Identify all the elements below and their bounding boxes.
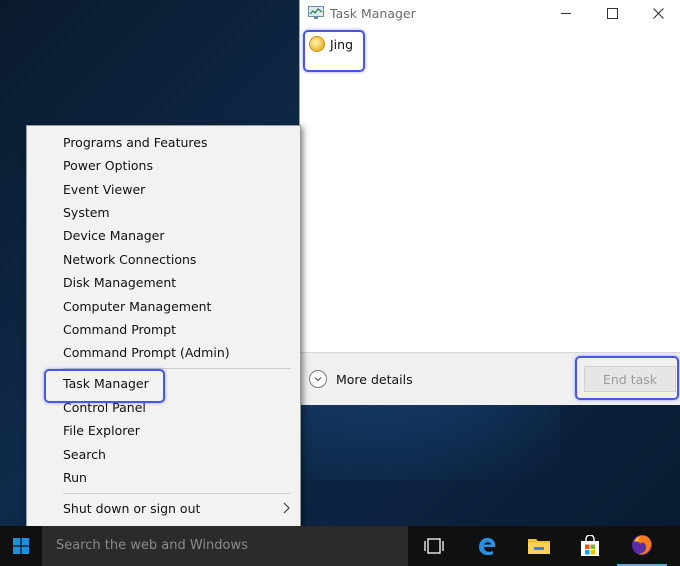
menu-item-search[interactable]: Search <box>63 443 106 465</box>
task-manager-window: Task Manager Jing More details End task <box>299 0 680 405</box>
end-task-button[interactable]: End task <box>584 366 676 392</box>
taskbar-search-box[interactable]: Search the web and Windows <box>42 526 408 566</box>
menu-item-shut-down-or-sign-out[interactable]: Shut down or sign out <box>63 497 200 519</box>
menu-item-file-explorer[interactable]: File Explorer <box>63 419 140 441</box>
start-button[interactable] <box>0 526 42 566</box>
close-icon <box>652 8 664 19</box>
menu-item-power-options[interactable]: Power Options <box>63 154 153 176</box>
edge-button[interactable] <box>462 526 512 566</box>
windows-logo-icon <box>13 538 29 554</box>
menu-item-disk-management[interactable]: Disk Management <box>63 271 176 293</box>
chevron-down-icon <box>309 370 327 388</box>
firefox-icon <box>632 535 652 555</box>
menu-item-task-manager[interactable]: Task Manager <box>63 372 149 394</box>
file-explorer-button[interactable] <box>514 526 564 566</box>
menu-item-run[interactable]: Run <box>63 466 87 488</box>
menu-item-programs-and-features[interactable]: Programs and Features <box>63 131 207 153</box>
search-placeholder: Search the web and Windows <box>56 538 248 553</box>
taskbar: Search the web and Windows <box>0 526 680 566</box>
chevron-right-icon <box>283 502 290 514</box>
close-button[interactable] <box>635 0 680 27</box>
more-details-button[interactable]: More details <box>309 370 413 388</box>
menu-item-command-prompt[interactable]: Command Prompt <box>63 318 176 340</box>
file-explorer-icon <box>528 539 550 554</box>
maximize-icon <box>606 8 618 19</box>
menu-item-network-connections[interactable]: Network Connections <box>63 248 196 270</box>
task-manager-footer: More details End task <box>300 352 680 405</box>
power-user-menu: Programs and Features Power Options Even… <box>26 125 301 548</box>
firefox-button[interactable] <box>617 526 667 566</box>
menu-separator <box>63 493 291 494</box>
process-row-jing[interactable]: Jing <box>306 33 358 55</box>
jing-app-icon <box>309 36 325 52</box>
menu-item-device-manager[interactable]: Device Manager <box>63 224 165 246</box>
menu-item-system[interactable]: System <box>63 201 110 223</box>
task-manager-app-icon <box>308 6 324 19</box>
process-name: Jing <box>330 36 354 52</box>
more-details-label: More details <box>336 371 413 387</box>
store-icon <box>581 535 599 556</box>
task-manager-titlebar[interactable]: Task Manager <box>300 0 680 27</box>
minimize-icon <box>561 13 571 14</box>
task-manager-title: Task Manager <box>330 6 416 21</box>
store-button[interactable] <box>565 526 615 566</box>
task-view-icon <box>424 538 444 554</box>
minimize-button[interactable] <box>543 0 589 27</box>
edge-icon <box>479 537 496 556</box>
menu-item-command-prompt-admin[interactable]: Command Prompt (Admin) <box>63 341 230 363</box>
menu-item-event-viewer[interactable]: Event Viewer <box>63 178 145 200</box>
menu-item-computer-management[interactable]: Computer Management <box>63 295 211 317</box>
task-view-button[interactable] <box>409 526 459 566</box>
menu-item-control-panel[interactable]: Control Panel <box>63 396 146 418</box>
maximize-button[interactable] <box>589 0 635 27</box>
menu-separator <box>63 368 291 369</box>
